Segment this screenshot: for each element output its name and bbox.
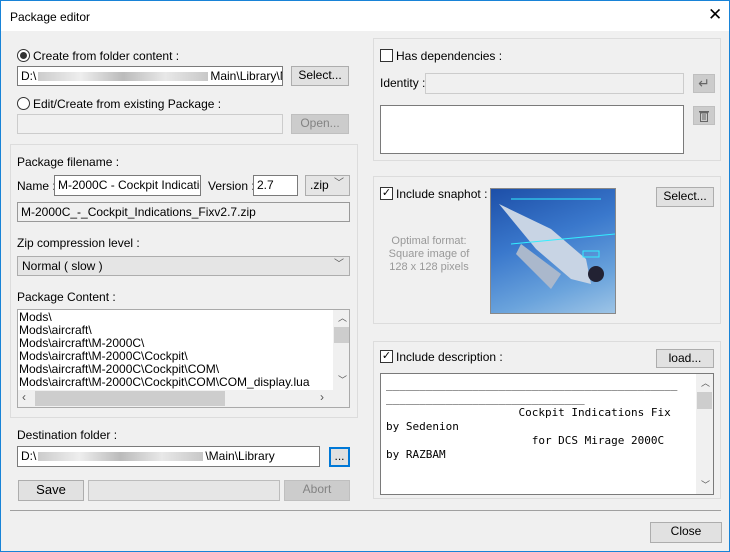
has-dependencies-checkbox[interactable] (380, 49, 393, 62)
package-content-list[interactable]: Mods\ Mods\aircraft\ Mods\aircraft\M-200… (17, 309, 350, 408)
dependencies-list[interactable] (380, 105, 684, 154)
edit-existing-radio[interactable] (17, 97, 30, 110)
destination-input[interactable]: D:\ \Main\Library (17, 446, 320, 467)
progress-bar (88, 480, 280, 501)
compression-select[interactable]: Normal ( slow ) ﹀ (17, 256, 350, 276)
vertical-scrollbar[interactable]: ︿ ﹀ (696, 374, 713, 494)
scroll-up-icon[interactable]: ︿ (701, 376, 710, 390)
hint-line: Optimal format: (391, 235, 467, 247)
blurred-path (38, 72, 209, 82)
select-folder-button[interactable]: Select... (291, 66, 349, 86)
name-input[interactable]: M-2000C - Cockpit Indications (54, 175, 201, 196)
identity-label: Identity : (380, 76, 426, 90)
select-snapshot-button[interactable]: Select... (656, 187, 714, 207)
path-prefix: D:\ (21, 69, 37, 83)
version-input[interactable]: 2.7 (253, 175, 298, 196)
blurred-path (38, 452, 204, 462)
path-suffix: \Main\Library (205, 449, 275, 463)
description-textarea[interactable]: ________________________________________… (380, 373, 714, 495)
trash-icon[interactable] (693, 106, 715, 125)
include-snapshot-label: Include snaphot : (396, 187, 488, 201)
compression-value: Normal ( slow ) (22, 259, 103, 273)
description-line: for DCS Mirage 2000C (386, 434, 665, 447)
description-line: ________________________________________… (386, 378, 678, 391)
package-filename-heading: Package filename : (17, 155, 120, 169)
hint-line: 128 x 128 pixels (389, 261, 469, 273)
description-line: ______________________________ (386, 392, 585, 405)
include-description-label: Include description : (396, 350, 503, 364)
horizontal-scrollbar[interactable]: ‹ › (18, 390, 349, 407)
existing-package-input[interactable] (17, 114, 283, 134)
snapshot-image (490, 188, 616, 314)
scroll-thumb[interactable] (334, 327, 349, 343)
version-label: Version : (208, 179, 255, 193)
include-description-checkbox[interactable]: ✓ (380, 350, 393, 363)
description-line: by RAZBAM (386, 448, 446, 461)
destination-heading: Destination folder : (17, 428, 118, 442)
abort-button[interactable]: Abort (284, 480, 350, 501)
description-line: by Sedenion (386, 420, 459, 433)
scroll-up-icon[interactable]: ︿ (338, 312, 347, 325)
hint-line: Square image of (388, 248, 470, 260)
list-item[interactable]: Mods\aircraft\M-2000C\Cockpit\COM\COM_di… (19, 376, 348, 389)
has-dependencies-label: Has dependencies : (396, 49, 503, 63)
load-description-button[interactable]: load... (656, 349, 714, 368)
path-suffix: Main\Library\M (210, 69, 283, 83)
extension-value: .zip (310, 178, 329, 192)
scroll-right-icon[interactable]: › (320, 391, 324, 404)
extension-select[interactable]: .zip ﹀ (305, 175, 350, 196)
vertical-scrollbar[interactable]: ︿ ﹀ (333, 310, 349, 390)
snapshot-hint: Optimal format: Square image of 128 x 12… (381, 235, 477, 274)
create-from-folder-label: Create from folder content : (33, 49, 180, 63)
create-from-folder-radio[interactable] (17, 49, 30, 62)
identity-input[interactable] (425, 73, 684, 94)
separator (10, 510, 721, 511)
scroll-down-icon[interactable]: ﹀ (701, 478, 710, 492)
scroll-left-icon[interactable]: ‹ (22, 391, 26, 404)
browse-destination-button[interactable]: ... (329, 447, 350, 467)
path-prefix: D:\ (21, 449, 37, 463)
content-heading: Package Content : (17, 290, 116, 304)
scroll-down-icon[interactable]: ﹀ (338, 374, 347, 387)
enter-icon[interactable]: ↵ (693, 74, 715, 93)
compression-heading: Zip compression level : (17, 236, 140, 250)
close-icon[interactable]: ✕ (708, 5, 722, 25)
include-snapshot-checkbox[interactable]: ✓ (380, 187, 393, 200)
name-label: Name : (17, 179, 56, 193)
description-line: Cockpit Indications Fix (386, 406, 671, 419)
title-bar: Package editor ✕ (1, 1, 729, 31)
edit-existing-label: Edit/Create from existing Package : (33, 97, 222, 111)
scroll-thumb[interactable] (697, 392, 712, 409)
open-button[interactable]: Open... (291, 114, 349, 134)
package-editor-window: Package editor ✕ Create from folder cont… (0, 0, 730, 552)
chevron-down-icon: ﹀ (334, 178, 344, 189)
close-button[interactable]: Close (650, 522, 722, 543)
save-button[interactable]: Save (18, 480, 84, 501)
chevron-down-icon: ﹀ (334, 259, 344, 270)
window-title: Package editor (10, 10, 91, 24)
folder-path-input[interactable]: D:\ Main\Library\M (17, 66, 283, 86)
scroll-thumb[interactable] (35, 391, 225, 406)
full-filename-field: M-2000C_-_Cockpit_Indications_Fixv2.7.zi… (17, 202, 350, 222)
